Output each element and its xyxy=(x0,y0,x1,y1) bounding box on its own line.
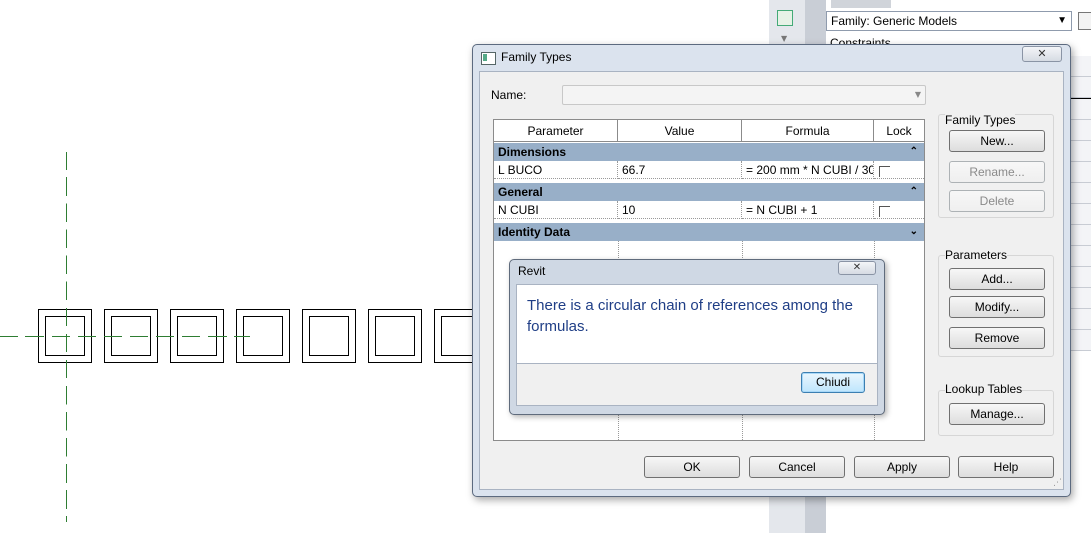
column-header-lock[interactable]: Lock xyxy=(874,120,924,142)
group-label: General xyxy=(498,185,543,199)
error-message: There is a circular chain of references … xyxy=(527,297,853,335)
group-row-dimensions[interactable]: Dimensions ⌃ xyxy=(494,143,924,161)
param-name-cell: L BUCO xyxy=(494,161,618,179)
message-footer: Chiudi xyxy=(516,364,878,406)
column-header-formula[interactable]: Formula xyxy=(742,120,874,142)
family-type-select-value: Family: Generic Models xyxy=(831,14,958,28)
edit-type-icon[interactable] xyxy=(1078,12,1091,30)
chevron-down-icon: ▼ xyxy=(1057,15,1067,26)
dialog-title: Family Types xyxy=(501,50,572,64)
group-label: Dimensions xyxy=(498,145,567,159)
revit-message-box: Revit ✕ There is a circular chain of ref… xyxy=(509,259,885,415)
properties-rows xyxy=(1071,56,1091,356)
expand-icon[interactable]: ⌄ xyxy=(910,223,918,241)
array-square[interactable] xyxy=(368,309,422,363)
ok-button[interactable]: OK xyxy=(644,456,740,478)
collapse-icon[interactable]: ⌃ xyxy=(910,183,918,201)
properties-header-bar xyxy=(831,0,891,8)
add-parameter-button[interactable]: Add... xyxy=(949,268,1045,290)
param-formula-cell[interactable]: = 200 mm * N CUBI / 30 xyxy=(742,161,874,179)
family-types-group-title: Family Types xyxy=(945,113,1016,127)
close-button[interactable]: ✕ xyxy=(838,261,876,275)
column-header-parameter[interactable]: Parameter xyxy=(494,120,618,142)
close-message-button[interactable]: Chiudi xyxy=(801,372,865,393)
chevron-down-icon: ▼ xyxy=(914,90,921,99)
rename-type-button[interactable]: Rename... xyxy=(949,161,1045,183)
array-square[interactable] xyxy=(302,309,356,363)
message-box-title: Revit xyxy=(518,264,546,278)
new-type-button[interactable]: New... xyxy=(949,130,1045,152)
group-row-general[interactable]: General ⌃ xyxy=(494,183,924,201)
param-value-cell[interactable]: 66.7 xyxy=(618,161,742,179)
modify-parameter-button[interactable]: Modify... xyxy=(949,296,1045,318)
lock-checkbox[interactable] xyxy=(879,206,890,217)
apply-button[interactable]: Apply xyxy=(854,456,950,478)
reference-line-horizontal-overlay xyxy=(0,336,250,337)
family-type-select[interactable]: Family: Generic Models ▼ xyxy=(826,11,1072,31)
lookup-tables-group-title: Lookup Tables xyxy=(945,382,1023,396)
help-button[interactable]: Help xyxy=(958,456,1054,478)
cancel-button[interactable]: Cancel xyxy=(749,456,845,478)
remove-parameter-button[interactable]: Remove xyxy=(949,327,1045,349)
chevron-down-icon[interactable]: ▼ xyxy=(781,34,787,43)
param-value-cell[interactable]: 10 xyxy=(618,201,742,219)
group-label: Identity Data xyxy=(498,225,571,239)
manage-lookup-button[interactable]: Manage... xyxy=(949,403,1045,425)
dialog-app-icon xyxy=(481,52,496,65)
zoom-icon[interactable] xyxy=(777,10,793,26)
param-formula-cell[interactable]: = N CUBI + 1 xyxy=(742,201,874,219)
collapse-icon[interactable]: ⌃ xyxy=(910,143,918,161)
lock-checkbox[interactable] xyxy=(879,166,890,177)
name-label: Name: xyxy=(491,88,527,102)
message-area: There is a circular chain of references … xyxy=(516,284,878,364)
parameters-group-title: Parameters xyxy=(945,248,1008,262)
name-combo[interactable]: ▼ xyxy=(562,85,926,105)
close-button[interactable]: ✕ xyxy=(1022,46,1062,62)
column-header-value[interactable]: Value xyxy=(618,120,742,142)
delete-type-button[interactable]: Delete xyxy=(949,190,1045,212)
reference-line-vertical-overlay xyxy=(66,152,67,522)
param-name-cell: N CUBI xyxy=(494,201,618,219)
group-row-identity-data[interactable]: Identity Data ⌄ xyxy=(494,223,924,241)
resize-grip-icon[interactable]: ⋰ xyxy=(1053,479,1062,488)
